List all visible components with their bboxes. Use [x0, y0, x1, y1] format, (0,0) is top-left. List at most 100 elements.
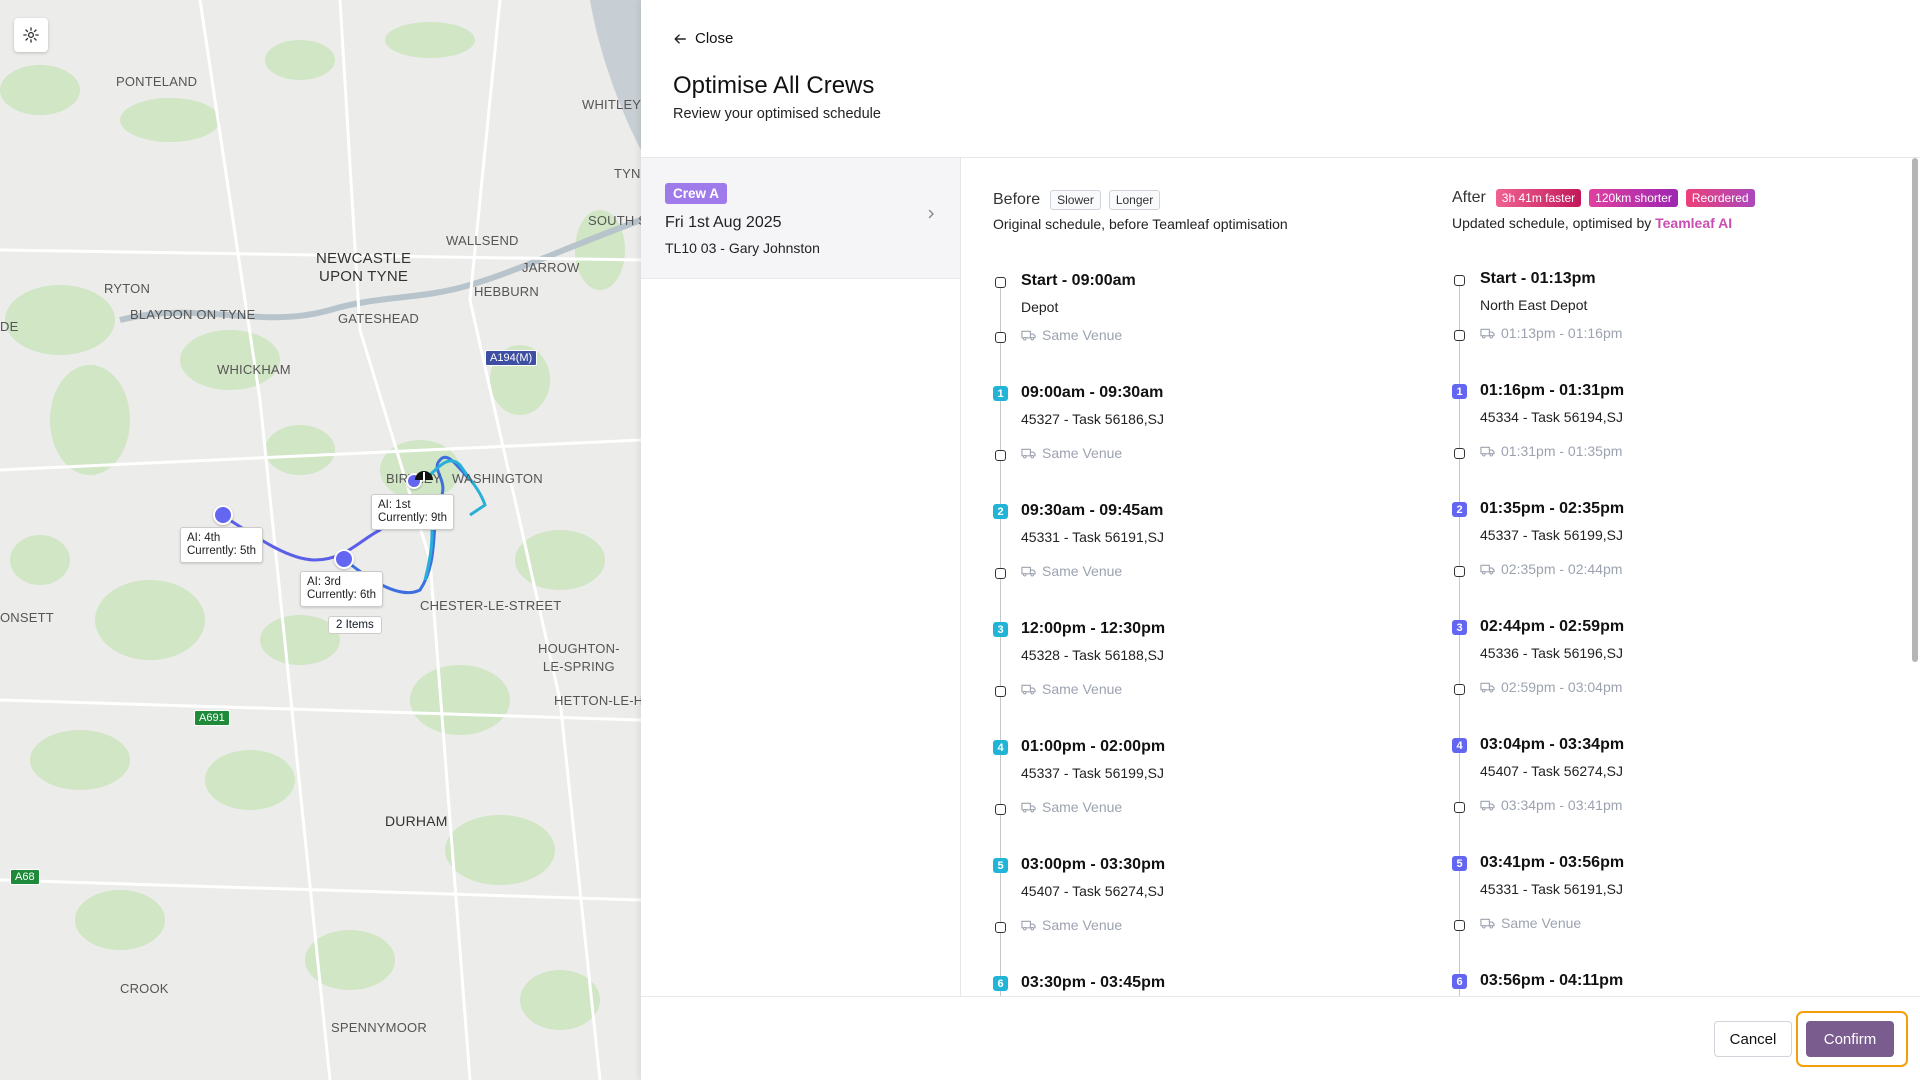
crew-badge: Crew A [665, 183, 728, 204]
job-description: 45407 - Task 56274,SJ [1480, 763, 1623, 779]
travel-label: Same Venue [1501, 915, 1582, 931]
start-place: North East Depot [1480, 297, 1588, 313]
map-stop-marker[interactable] [334, 549, 354, 569]
before-tag-longer: Longer [1108, 190, 1161, 210]
travel-node [995, 332, 1006, 343]
map-pin-tooltip: AI: 1st Currently: 9th [371, 494, 455, 530]
close-button[interactable]: Close [673, 30, 733, 47]
job-time[interactable]: 01:16pm - 01:31pm [1480, 382, 1624, 400]
confirm-button[interactable]: Confirm [1806, 1021, 1894, 1057]
job-description: 45337 - Task 56199,SJ [1021, 765, 1164, 781]
truck-icon [1021, 920, 1036, 931]
scrollbar[interactable] [1911, 158, 1919, 996]
job-number-badge: 6 [1452, 974, 1467, 989]
travel-label: 02:35pm - 02:44pm [1501, 561, 1623, 577]
confirm-focus-ring: Confirm [1796, 1011, 1908, 1067]
job-time[interactable]: 03:30pm - 03:45pm [1021, 974, 1165, 992]
job-time[interactable]: 03:00pm - 03:30pm [1021, 856, 1165, 874]
map-place-label: HEBBURN [474, 284, 539, 299]
road-shield: A691 [194, 710, 230, 726]
optimise-panel: Close Optimise All Crews Review your opt… [641, 0, 1920, 1080]
travel-segment: 01:31pm - 01:35pm [1480, 443, 1622, 459]
job-description: 45331 - Task 56191,SJ [1021, 529, 1164, 545]
crew-card[interactable]: Crew A Fri 1st Aug 2025 TL10 03 - Gary J… [641, 158, 960, 279]
truck-icon [1021, 684, 1036, 695]
job-description: 45337 - Task 56199,SJ [1480, 527, 1623, 543]
job-time[interactable]: 01:35pm - 02:35pm [1480, 500, 1624, 518]
job-description: 45336 - Task 56196,SJ [1480, 645, 1623, 661]
travel-node [995, 568, 1006, 579]
job-time[interactable]: 03:04pm - 03:34pm [1480, 736, 1624, 754]
travel-node [1454, 566, 1465, 577]
travel-node [1454, 684, 1465, 695]
travel-segment: Same Venue [1021, 917, 1122, 933]
map-pin-tooltip: AI: 4th Currently: 5th [180, 527, 264, 563]
depot-icon [415, 471, 433, 481]
travel-label: Same Venue [1042, 327, 1123, 343]
travel-node [1454, 920, 1465, 931]
truck-icon [1480, 682, 1495, 693]
map-place-label: DURHAM [385, 813, 448, 829]
job-number-badge: 4 [993, 740, 1008, 755]
job-time[interactable]: 09:00am - 09:30am [1021, 384, 1163, 402]
map-place-label: BLAYDON ON TYNE [130, 307, 256, 322]
travel-segment: Same Venue [1021, 445, 1122, 461]
map-place-label: SPENNYMOOR [331, 1020, 427, 1035]
after-heading: After [1452, 189, 1486, 206]
travel-segment: 03:34pm - 03:41pm [1480, 797, 1622, 813]
start-time: Start - 01:13pm [1480, 270, 1596, 287]
truck-icon [1480, 446, 1495, 457]
scrollbar-thumb[interactable] [1912, 158, 1918, 662]
travel-label: Same Venue [1042, 563, 1123, 579]
job-time[interactable]: 03:56pm - 04:11pm [1480, 972, 1623, 990]
travel-node [995, 686, 1006, 697]
map-place-label: WASHINGTON [452, 471, 543, 486]
travel-node [1454, 448, 1465, 459]
travel-segment: Same Venue [1021, 327, 1122, 343]
crew-member-name: TL10 03 - Gary Johnston [665, 240, 820, 256]
job-number-badge: 5 [1452, 856, 1467, 871]
travel-label: Same Venue [1042, 681, 1123, 697]
map[interactable]: PONTELAND WHITLEY TYN SOUTH S WALLSEND J… [0, 0, 641, 1080]
travel-segment: Same Venue [1021, 563, 1122, 579]
job-time[interactable]: 02:44pm - 02:59pm [1480, 618, 1624, 636]
before-tag-slower: Slower [1050, 190, 1101, 210]
map-settings-button[interactable] [14, 18, 48, 52]
truck-icon [1480, 564, 1495, 575]
truck-icon [1021, 330, 1036, 341]
map-pin-tooltip: AI: 3rd Currently: 6th [300, 571, 384, 607]
travel-label: Same Venue [1042, 445, 1123, 461]
map-place-label: SOUTH S [588, 213, 641, 228]
pin-current-rank: Currently: 5th [187, 545, 257, 557]
map-items-chip[interactable]: 2 Items [328, 616, 382, 634]
job-time[interactable]: 12:00pm - 12:30pm [1021, 620, 1165, 638]
travel-node [1454, 330, 1465, 341]
travel-label: 01:31pm - 01:35pm [1501, 443, 1623, 459]
map-place-label: ONSETT [0, 610, 54, 625]
job-description: 45331 - Task 56191,SJ [1480, 881, 1623, 897]
map-place-label: RYTON [104, 281, 151, 296]
job-time[interactable]: 03:41pm - 03:56pm [1480, 854, 1624, 872]
job-number-badge: 2 [993, 504, 1008, 519]
cancel-button[interactable]: Cancel [1714, 1021, 1792, 1057]
start-node [1454, 275, 1465, 286]
job-time[interactable]: 09:30am - 09:45am [1021, 502, 1163, 520]
road-shield: A194(M) [485, 350, 538, 366]
map-stop-marker[interactable] [213, 505, 233, 525]
map-place-label: HOUGHTON- LE-SPRING [538, 641, 620, 674]
arrow-left-icon [674, 33, 686, 44]
truck-icon [1480, 918, 1495, 929]
job-number-badge: 6 [993, 976, 1008, 991]
after-subtitle: Updated schedule, optimised by Teamleaf … [1452, 215, 1732, 231]
travel-segment: Same Venue [1021, 681, 1122, 697]
schedule-comparison[interactable]: Before Slower Longer Original schedule, … [961, 158, 1908, 996]
map-place-label: PONTELAND [116, 74, 198, 89]
travel-segment: 01:13pm - 01:16pm [1480, 325, 1622, 341]
truck-icon [1480, 328, 1495, 339]
page-title: Optimise All Crews [673, 72, 875, 99]
map-place-label: WHITLEY [582, 97, 641, 112]
job-time[interactable]: 01:00pm - 02:00pm [1021, 738, 1165, 756]
before-heading: Before [993, 191, 1041, 208]
before-column: Before Slower Longer Original schedule, … [993, 158, 1433, 996]
travel-label: 01:13pm - 01:16pm [1501, 325, 1623, 341]
